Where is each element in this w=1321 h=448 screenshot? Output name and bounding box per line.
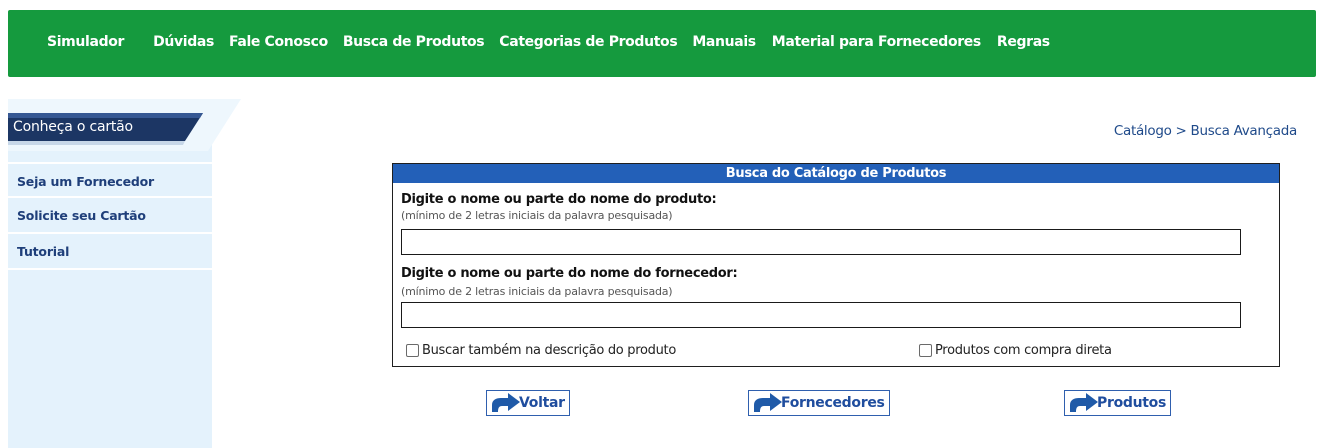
- products-button-label: Produtos: [1097, 395, 1167, 411]
- direct-purchase-label: Produtos com compra direta: [935, 343, 1112, 358]
- search-description-option[interactable]: Buscar também na descrição do produto: [406, 343, 676, 358]
- back-button[interactable]: Voltar: [486, 390, 570, 416]
- sidebar-header-label: Conheça o cartão: [13, 119, 133, 135]
- product-name-input[interactable]: [401, 229, 1241, 255]
- breadcrumb: Catálogo > Busca Avançada: [1113, 123, 1297, 139]
- curved-arrow-icon: [1070, 393, 1098, 412]
- search-form-title: Busca do Catálogo de Produtos: [393, 164, 1279, 183]
- products-button[interactable]: Produtos: [1064, 390, 1172, 416]
- curved-arrow-icon: [754, 393, 782, 412]
- search-description-label: Buscar também na descrição do produto: [422, 343, 677, 358]
- sidebar-item-tutorial[interactable]: Tutorial: [8, 234, 212, 270]
- back-button-label: Voltar: [519, 395, 565, 411]
- supplier-name-input[interactable]: [401, 302, 1241, 328]
- sidebar-links: Seja um Fornecedor Solicite seu Cartão T…: [8, 162, 212, 270]
- nav-item-busca-de-produtos[interactable]: Busca de Produtos: [343, 34, 485, 50]
- search-description-checkbox[interactable]: [406, 344, 419, 357]
- sidebar-background: [8, 99, 212, 448]
- suppliers-button-label: Fornecedores: [781, 395, 885, 411]
- curved-arrow-icon: [492, 393, 520, 412]
- nav-item-regras[interactable]: Regras: [997, 34, 1050, 50]
- nav-item-simulador[interactable]: Simulador: [47, 34, 124, 50]
- nav-item-duvidas[interactable]: Dúvidas: [153, 34, 214, 50]
- product-name-hint: (mínimo de 2 letras iniciais da palavra …: [401, 209, 673, 222]
- sidebar-header[interactable]: Conheça o cartão: [8, 99, 248, 151]
- nav-item-material-para-fornecedores[interactable]: Material para Fornecedores: [772, 34, 981, 50]
- sidebar-item-solicite-seu-cartao[interactable]: Solicite seu Cartão: [8, 198, 212, 234]
- top-navigation: Simulador Dúvidas Fale Conosco Busca de …: [8, 10, 1316, 77]
- nav-item-fale-conosco[interactable]: Fale Conosco: [229, 34, 328, 50]
- top-nav-list: Simulador Dúvidas Fale Conosco Busca de …: [47, 34, 1050, 50]
- supplier-name-hint: (mínimo de 2 letras iniciais da palavra …: [401, 285, 673, 298]
- product-name-label: Digite o nome ou parte do nome do produt…: [401, 192, 717, 207]
- suppliers-button[interactable]: Fornecedores: [748, 390, 890, 416]
- catalog-search-form: Busca do Catálogo de Produtos Digite o n…: [392, 163, 1280, 367]
- direct-purchase-option[interactable]: Produtos com compra direta: [919, 343, 1112, 358]
- direct-purchase-checkbox[interactable]: [919, 344, 932, 357]
- nav-item-categorias-de-produtos[interactable]: Categorias de Produtos: [499, 34, 677, 50]
- sidebar: Conheça o cartão Seja um Fornecedor Soli…: [8, 99, 241, 448]
- supplier-name-label: Digite o nome ou parte do nome do fornec…: [401, 266, 738, 281]
- sidebar-item-seja-um-fornecedor[interactable]: Seja um Fornecedor: [8, 162, 212, 198]
- nav-item-manuais[interactable]: Manuais: [692, 34, 756, 50]
